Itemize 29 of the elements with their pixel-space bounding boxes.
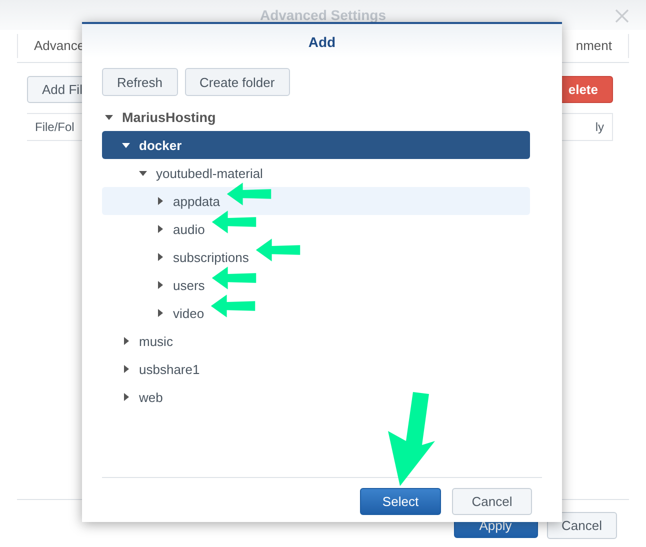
caret-right-icon[interactable] <box>156 225 164 233</box>
caret-down-icon[interactable] <box>122 141 130 149</box>
toolbar-button[interactable]: Refresh <box>102 68 178 96</box>
caret-right-icon[interactable] <box>122 337 130 345</box>
column-header: File/Fol <box>34 119 76 136</box>
dialog-title: Add <box>82 24 562 58</box>
folder-item[interactable]: youtubedl-material <box>102 159 530 187</box>
caret-right-icon[interactable] <box>122 393 130 401</box>
caret-right-icon[interactable] <box>156 197 164 205</box>
folder-item[interactable]: users <box>102 271 530 299</box>
folder-item[interactable]: music <box>102 327 530 355</box>
cancel-button[interactable]: Cancel <box>452 488 532 515</box>
toolbar-button[interactable]: Create folder <box>184 68 290 96</box>
select-button[interactable]: Select <box>360 488 441 515</box>
caret-right-icon[interactable] <box>156 281 164 289</box>
caret-right-icon[interactable] <box>122 365 130 373</box>
cancel-button[interactable]: Cancel <box>546 512 617 539</box>
folder-item[interactable]: MariusHosting <box>102 103 530 131</box>
folder-item[interactable]: audio <box>102 215 530 243</box>
folder-item[interactable]: usbshare1 <box>102 355 530 383</box>
caret-right-icon[interactable] <box>156 309 164 317</box>
caret-down-icon[interactable] <box>139 169 147 177</box>
caret-down-icon[interactable] <box>105 113 113 121</box>
folder-item[interactable]: docker <box>102 131 530 159</box>
caret-right-icon[interactable] <box>156 253 164 261</box>
folder-item[interactable]: subscriptions <box>102 243 530 271</box>
folder-item[interactable]: video <box>102 299 530 327</box>
folder-item[interactable]: web <box>102 383 530 411</box>
column-header: ly <box>587 114 613 140</box>
